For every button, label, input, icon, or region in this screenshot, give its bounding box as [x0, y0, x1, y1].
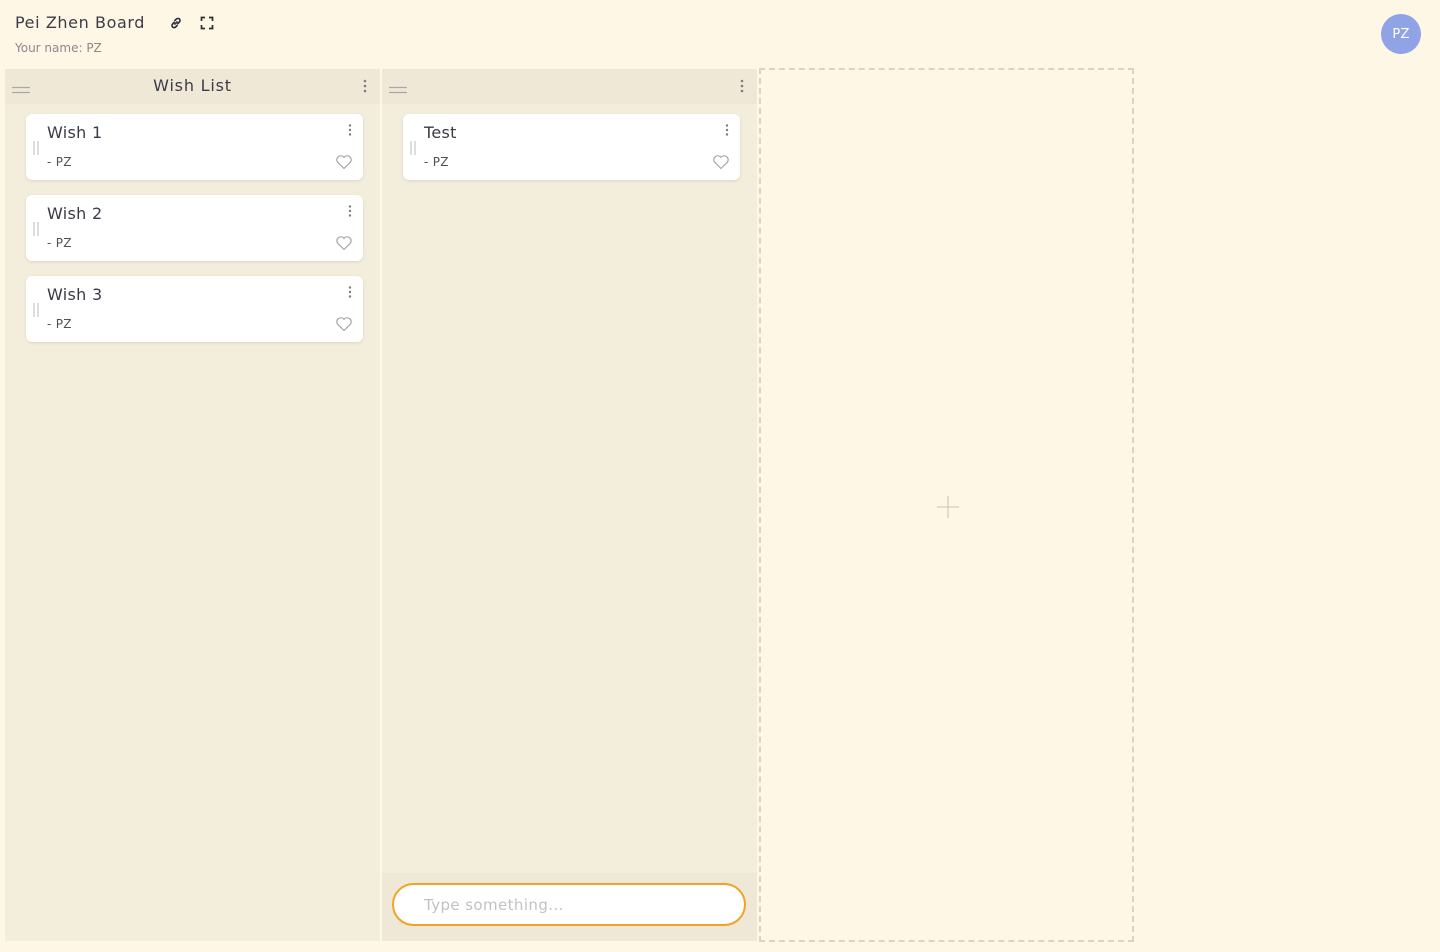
card-menu-icon[interactable] — [345, 284, 355, 298]
column-menu-icon[interactable] — [360, 78, 370, 94]
card[interactable]: Test - PZ — [403, 114, 740, 180]
card[interactable]: Wish 2 - PZ — [26, 195, 363, 261]
new-card-area — [382, 873, 757, 941]
plus-icon — [936, 495, 960, 519]
your-name-label: Your name: PZ — [15, 41, 102, 55]
expand-icon[interactable] — [199, 15, 215, 31]
column-title: Wish List — [153, 76, 232, 95]
card-title: Wish 1 — [47, 123, 103, 142]
heart-icon[interactable] — [335, 154, 353, 170]
link-icon[interactable] — [168, 15, 184, 31]
heart-icon[interactable] — [712, 154, 730, 170]
card-title: Wish 3 — [47, 285, 103, 304]
card-drag-handle-icon[interactable] — [32, 302, 40, 317]
card-author: - PZ — [47, 155, 72, 169]
column-drag-handle-icon[interactable] — [389, 80, 407, 94]
card[interactable]: Wish 3 - PZ — [26, 276, 363, 342]
column-untitled: Test - PZ — [382, 69, 757, 941]
board-header: Pei Zhen Board Your name: PZ PZ — [0, 0, 1440, 68]
card-title: Test — [424, 123, 457, 142]
avatar[interactable]: PZ — [1381, 14, 1421, 54]
card-menu-icon[interactable] — [345, 203, 355, 217]
card-drag-handle-icon[interactable] — [409, 140, 417, 155]
new-card-input[interactable] — [392, 883, 746, 926]
heart-icon[interactable] — [335, 235, 353, 251]
card-menu-icon[interactable] — [722, 122, 732, 136]
card-menu-icon[interactable] — [345, 122, 355, 136]
column-menu-icon[interactable] — [737, 78, 747, 94]
column-wish-list: Wish List Wish 1 - PZ Wish 2 - PZ Wish 3… — [5, 69, 380, 941]
add-column-button[interactable] — [759, 68, 1134, 942]
card-drag-handle-icon[interactable] — [32, 221, 40, 236]
board-title: Pei Zhen Board — [15, 13, 146, 32]
card-title: Wish 2 — [47, 204, 103, 223]
card[interactable]: Wish 1 - PZ — [26, 114, 363, 180]
card-author: - PZ — [47, 317, 72, 331]
heart-icon[interactable] — [335, 316, 353, 332]
card-drag-handle-icon[interactable] — [32, 140, 40, 155]
column-header — [382, 69, 757, 104]
column-header: Wish List — [5, 69, 380, 104]
card-author: - PZ — [47, 236, 72, 250]
card-author: - PZ — [424, 155, 449, 169]
